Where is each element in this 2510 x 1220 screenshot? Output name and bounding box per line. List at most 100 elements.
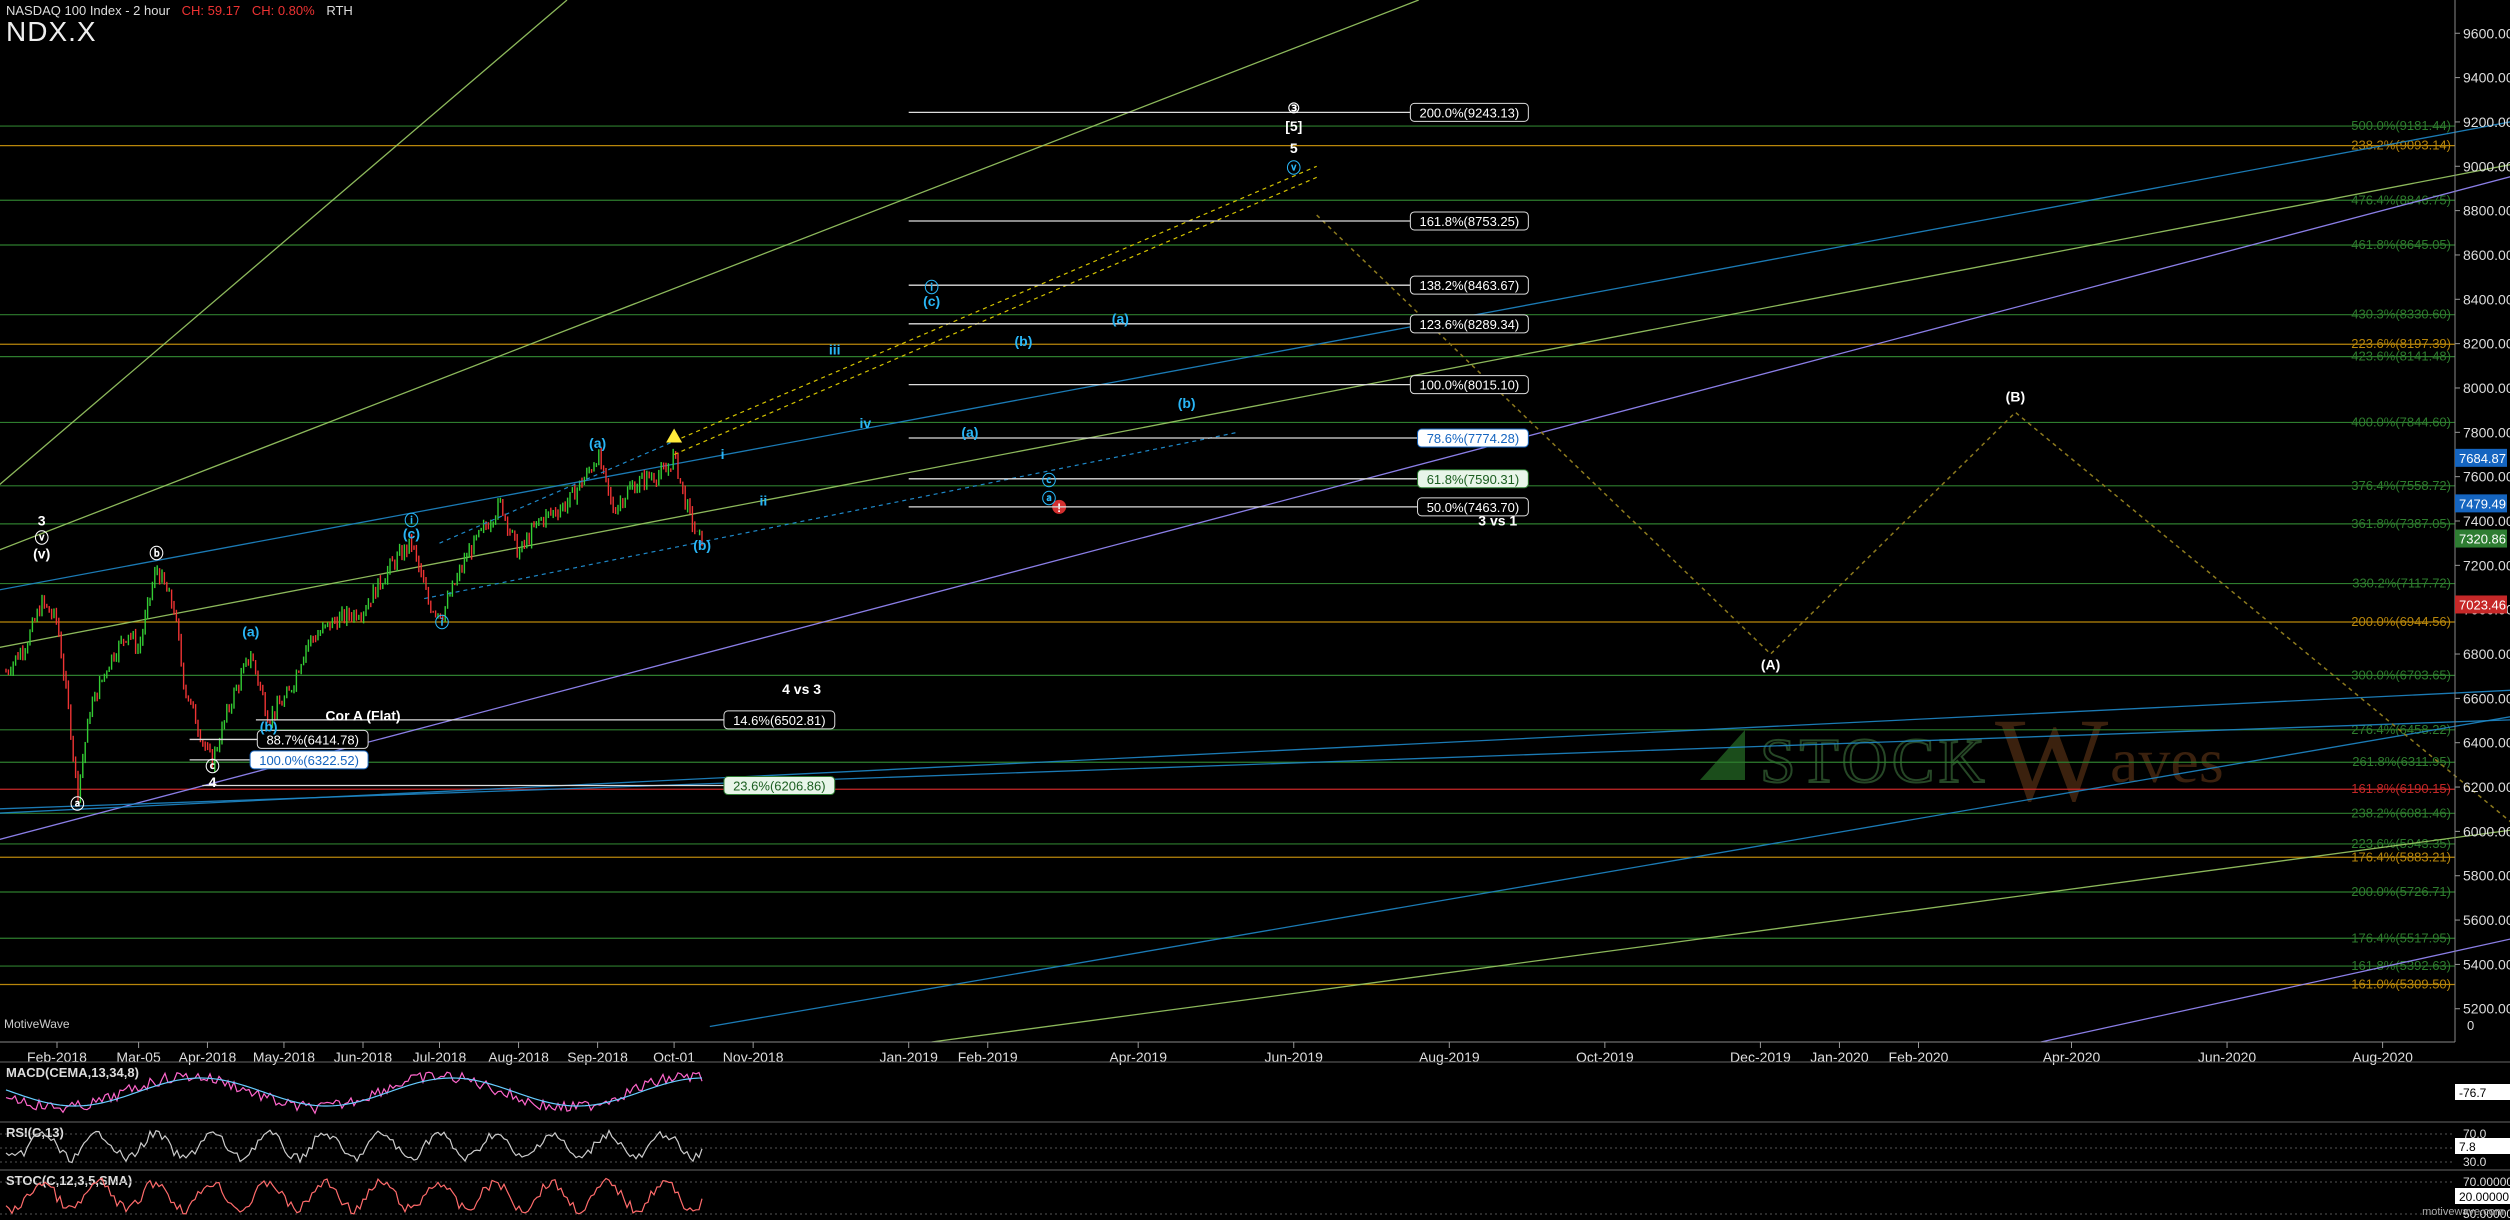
y-tick-label: 8200.00: [2463, 336, 2510, 352]
session-label: RTH: [326, 3, 353, 18]
wave-label: ⓥ: [35, 530, 49, 546]
right-level-label: 430.3%(8330.60): [2351, 307, 2451, 322]
wave-label: 5: [1290, 140, 1298, 156]
y-tick-label: 9000.00: [2463, 158, 2510, 174]
channel-line: [0, 121, 2510, 591]
site-label: motivewave.com: [2422, 1206, 2504, 1218]
wave-label: 3: [38, 512, 46, 528]
x-tick-label: Aug-2019: [1419, 1049, 1480, 1065]
chart-canvas: STOCK W aves 500.0%(9181.44) 238.2%(9093.…: [0, 0, 2510, 1220]
fib-label: 23.6%(6206.86): [733, 779, 826, 794]
y-tick-label: 7600.00: [2463, 469, 2510, 485]
y-tick-label: 6200.00: [2463, 779, 2510, 795]
x-tick-label: Jan-2019: [880, 1049, 939, 1065]
y-tick-label: 8400.00: [2463, 291, 2510, 307]
right-level-label: 238.2%(9093.14): [2351, 138, 2451, 153]
wave-label: 4: [209, 774, 217, 790]
alert-icon-glyph: !: [1057, 501, 1061, 515]
fib-label: 100.0%(6322.52): [259, 753, 359, 768]
wedge-line: [673, 165, 1317, 442]
wave-label: (B): [2006, 388, 2025, 404]
x-tick-label: Feb-2019: [958, 1049, 1018, 1065]
wave-label: ③: [1287, 100, 1300, 116]
right-level-label: 176.4%(5517.95): [2351, 930, 2451, 945]
symbol-label: NDX.X: [6, 16, 97, 47]
wave-label: ⓘ: [435, 614, 449, 630]
fib-boxes-layer: 200.0%(9243.13) 161.8%(8753.25) 138.2%(846…: [189, 102, 1529, 796]
fib-label: 161.8%(8753.25): [1419, 214, 1519, 229]
channel-line: [0, 0, 1419, 551]
y-tick-label: 7200.00: [2463, 557, 2510, 573]
watermark-triangle-icon: [1700, 730, 1745, 780]
right-level-label: 161.0%(5309.50): [2351, 976, 2451, 991]
price-candles-layer: [5, 447, 703, 803]
fib-label: 138.2%(8463.67): [1419, 278, 1519, 293]
stockwaves-watermark: STOCK W aves: [1700, 693, 2224, 826]
wave-label: ⓒ: [206, 759, 220, 775]
warning-triangle-icon: [666, 428, 683, 443]
y-tick-label: 5600.00: [2463, 912, 2510, 928]
svg-text:aves: aves: [2110, 725, 2224, 796]
indicator-label: RSI(C,13): [6, 1125, 64, 1140]
y-tick-label: 9600.00: [2463, 25, 2510, 41]
price-tag-label: 7023.46: [2459, 597, 2506, 612]
wave-label: ⓐ: [70, 796, 84, 812]
fib-label: 88.7%(6414.78): [266, 732, 359, 747]
right-level-label: 376.4%(7558.72): [2351, 478, 2451, 493]
wave-label: ⓒ: [1042, 473, 1056, 489]
wave-label: (a): [1112, 311, 1129, 327]
y-tick-label: 7400.00: [2463, 513, 2510, 529]
y-tick-label: 6400.00: [2463, 735, 2510, 751]
wave-label: (v): [33, 546, 50, 562]
y-axis: 9600.00 9400.00 9200.00 9000.00 8800.00 8600.…: [2454, 0, 2510, 1042]
x-tick-label: Dec-2019: [1730, 1049, 1791, 1065]
fib-label: 123.6%(8289.34): [1419, 317, 1519, 332]
indicator-tick: 30.0: [2463, 1155, 2487, 1169]
x-tick-label: Feb-2018: [27, 1049, 87, 1065]
y-tick-label: 5800.00: [2463, 868, 2510, 884]
y-tick-label: 8000.00: [2463, 380, 2510, 396]
fib-label: 200.0%(9243.13): [1419, 105, 1519, 120]
x-tick-label: Oct-2019: [1576, 1049, 1634, 1065]
x-tick-label: Apr-2020: [2043, 1049, 2101, 1065]
right-level-label: 176.4%(5883.21): [2351, 849, 2451, 864]
channel-line: [709, 716, 2510, 1028]
wave-label: 3 vs 1: [1478, 512, 1517, 528]
fib-label: 100.0%(8015.10): [1419, 378, 1519, 393]
x-tick-label: Aug-2020: [2352, 1049, 2413, 1065]
indicator-panels: MACD(CEMA,13,34,8)-76.7RSI(C,13)70.050.0…: [0, 1061, 2510, 1220]
y-tick-label: 8800.00: [2463, 203, 2510, 219]
right-level-label: 461.8%(8645.05): [2351, 237, 2451, 252]
y-tick-label: 9400.00: [2463, 70, 2510, 86]
change-value: CH: 59.17: [181, 3, 241, 18]
y-tick-label: 5200.00: [2463, 1001, 2510, 1017]
wave-label: iv: [860, 415, 872, 431]
y-tick-label: 6600.00: [2463, 690, 2510, 706]
right-level-label: 400.0%(7844.60): [2351, 414, 2451, 429]
wave-label: [5]: [1285, 118, 1302, 134]
right-level-label: 361.8%(7387.05): [2351, 516, 2451, 531]
wave-label: i: [721, 446, 725, 462]
x-tick-label: Feb-2020: [1889, 1049, 1949, 1065]
indicator-tick: 70.00000: [2463, 1175, 2510, 1189]
wave-label: ii: [759, 492, 767, 508]
indicator-value-label: 20.00000: [2459, 1190, 2509, 1204]
channel-line: [931, 829, 2510, 1043]
wave-label: (b): [693, 537, 711, 553]
x-tick-label: Nov-2018: [723, 1049, 784, 1065]
change-percent: CH: 0.80%: [251, 3, 315, 18]
brand-label: MotiveWave: [4, 1017, 70, 1031]
x-tick-label: Mar-05: [116, 1049, 161, 1065]
right-level-label: 330.2%(7117.72): [2352, 576, 2451, 591]
wave-label: (a): [589, 435, 606, 451]
channel-line: [0, 0, 568, 486]
fib-label: 14.6%(6502.81): [733, 713, 826, 728]
corner-label: 0: [2467, 1018, 2474, 1033]
fib-levels-layer: 500.0%(9181.44)238.2%(9093.14)476.4%(884…: [0, 118, 2455, 991]
x-tick-label: Jun-2020: [2198, 1049, 2257, 1065]
right-level-label: 238.2%(6081.46): [2351, 805, 2451, 820]
x-tick-label: Aug-2018: [488, 1049, 549, 1065]
right-level-label: 261.8%(6311.95): [2352, 754, 2451, 769]
indicator-value-label: -76.7: [2459, 1086, 2487, 1100]
x-tick-label: May-2018: [253, 1049, 315, 1065]
